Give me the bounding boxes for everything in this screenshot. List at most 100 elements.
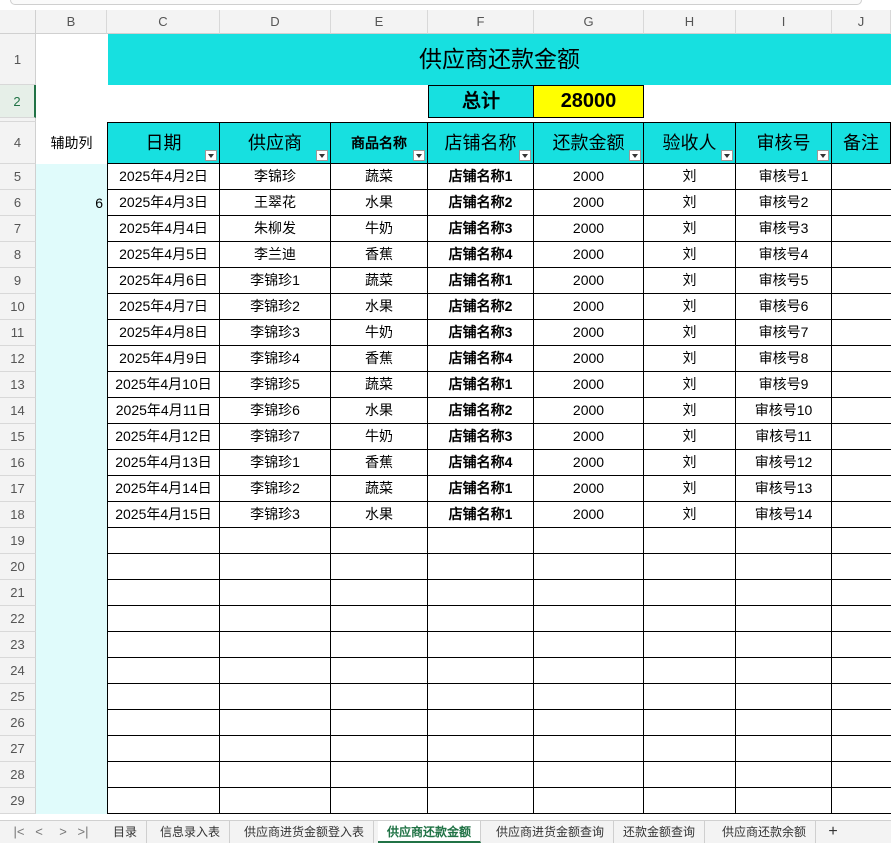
table-cell[interactable]: 2025年4月6日 (107, 268, 220, 294)
table-cell-empty[interactable] (220, 684, 331, 710)
table-cell-empty[interactable] (736, 528, 832, 554)
sheet-tab[interactable]: 供应商进货金额登入表 (235, 821, 375, 843)
table-cell-empty[interactable] (428, 684, 534, 710)
table-cell-empty[interactable] (220, 606, 331, 632)
table-cell[interactable]: 店铺名称1 (428, 268, 534, 294)
table-cell-empty[interactable] (220, 736, 331, 762)
table-cell-empty[interactable] (220, 710, 331, 736)
table-cell-empty[interactable] (220, 580, 331, 606)
table-cell-empty[interactable] (832, 658, 891, 684)
row-header[interactable]: 1 (0, 34, 36, 85)
table-cell-empty[interactable] (534, 580, 644, 606)
table-cell[interactable]: 店铺名称4 (428, 450, 534, 476)
table-cell-empty[interactable] (331, 762, 428, 788)
table-cell[interactable]: 2025年4月10日 (107, 372, 220, 398)
header-cell[interactable]: 备注 (832, 122, 891, 164)
table-cell[interactable]: 蔬菜 (331, 476, 428, 502)
row-header[interactable]: 7 (0, 216, 36, 242)
table-cell-empty[interactable] (107, 528, 220, 554)
table-cell-empty[interactable] (644, 762, 736, 788)
table-cell[interactable]: 审核号12 (736, 450, 832, 476)
sheet-title[interactable]: 供应商还款金额 (108, 34, 891, 85)
table-cell-empty[interactable] (331, 658, 428, 684)
table-cell[interactable]: 2025年4月13日 (107, 450, 220, 476)
table-cell[interactable]: 2000 (534, 216, 644, 242)
table-cell-empty[interactable] (220, 528, 331, 554)
table-cell[interactable] (832, 450, 891, 476)
table-cell[interactable]: 2000 (534, 268, 644, 294)
table-cell-empty[interactable] (331, 632, 428, 658)
column-header-c[interactable]: C (107, 10, 220, 34)
table-cell[interactable]: 2000 (534, 294, 644, 320)
table-cell[interactable]: 刘 (644, 294, 736, 320)
total-label[interactable]: 总计 (428, 85, 534, 118)
table-cell[interactable]: 刘 (644, 372, 736, 398)
table-cell[interactable]: 审核号14 (736, 502, 832, 528)
table-cell-empty[interactable] (107, 554, 220, 580)
table-cell[interactable] (832, 502, 891, 528)
table-cell[interactable]: 牛奶 (331, 216, 428, 242)
table-cell[interactable] (832, 164, 891, 190)
table-cell-empty[interactable] (428, 632, 534, 658)
column-header-i[interactable]: I (736, 10, 832, 34)
table-cell-empty[interactable] (534, 658, 644, 684)
table-cell[interactable]: 店铺名称1 (428, 476, 534, 502)
table-cell[interactable]: 审核号11 (736, 424, 832, 450)
row-header[interactable]: 12 (0, 346, 36, 372)
table-cell-empty[interactable] (644, 606, 736, 632)
table-cell[interactable]: 店铺名称2 (428, 190, 534, 216)
row-header[interactable]: 10 (0, 294, 36, 320)
table-cell-empty[interactable] (331, 554, 428, 580)
table-cell-empty[interactable] (534, 606, 644, 632)
table-cell[interactable]: 水果 (331, 190, 428, 216)
table-cell[interactable]: 刘 (644, 398, 736, 424)
table-cell-empty[interactable] (107, 684, 220, 710)
table-cell[interactable]: 审核号4 (736, 242, 832, 268)
table-cell[interactable]: 2000 (534, 502, 644, 528)
table-cell-empty[interactable] (736, 554, 832, 580)
table-cell-empty[interactable] (644, 554, 736, 580)
header-cell[interactable]: 商品名称 (331, 122, 428, 164)
row-header[interactable]: 13 (0, 372, 36, 398)
table-cell[interactable]: 刘 (644, 450, 736, 476)
table-cell[interactable]: 2025年4月11日 (107, 398, 220, 424)
table-cell-empty[interactable] (736, 762, 832, 788)
sheet-tab[interactable]: 还款金额查询 (614, 821, 706, 843)
table-cell[interactable]: 2000 (534, 372, 644, 398)
table-cell[interactable]: 李锦珍3 (220, 502, 331, 528)
table-cell-empty[interactable] (428, 736, 534, 762)
table-cell[interactable]: 李锦珍 (220, 164, 331, 190)
table-cell-empty[interactable] (428, 528, 534, 554)
table-cell-empty[interactable] (832, 762, 891, 788)
first-sheet-icon[interactable]: |< (10, 824, 28, 840)
table-cell[interactable]: 2000 (534, 424, 644, 450)
filter-dropdown-icon[interactable] (629, 150, 641, 161)
table-cell-empty[interactable] (832, 710, 891, 736)
header-cell[interactable]: 审核号 (736, 122, 832, 164)
table-cell-empty[interactable] (736, 606, 832, 632)
table-cell-empty[interactable] (534, 684, 644, 710)
table-cell-empty[interactable] (107, 762, 220, 788)
table-cell[interactable]: 王翠花 (220, 190, 331, 216)
table-cell[interactable]: 刘 (644, 164, 736, 190)
table-cell-empty[interactable] (832, 632, 891, 658)
table-cell-empty[interactable] (736, 710, 832, 736)
table-cell[interactable]: 店铺名称1 (428, 372, 534, 398)
table-cell-empty[interactable] (220, 554, 331, 580)
table-cell-empty[interactable] (644, 710, 736, 736)
table-cell[interactable]: 店铺名称4 (428, 346, 534, 372)
table-cell[interactable]: 审核号13 (736, 476, 832, 502)
column-header-j[interactable]: J (832, 10, 891, 34)
table-cell[interactable]: 蔬菜 (331, 372, 428, 398)
table-cell-empty[interactable] (736, 632, 832, 658)
table-cell[interactable]: 刘 (644, 476, 736, 502)
sheet-tab[interactable]: 供应商还款余额 (713, 821, 817, 843)
next-sheet-icon[interactable]: > (54, 824, 72, 840)
table-cell[interactable]: 2025年4月8日 (107, 320, 220, 346)
table-cell[interactable]: 水果 (331, 502, 428, 528)
table-cell-empty[interactable] (331, 736, 428, 762)
table-cell[interactable]: 店铺名称3 (428, 216, 534, 242)
table-cell-empty[interactable] (534, 528, 644, 554)
table-cell[interactable]: 2000 (534, 320, 644, 346)
filter-dropdown-icon[interactable] (413, 150, 425, 161)
